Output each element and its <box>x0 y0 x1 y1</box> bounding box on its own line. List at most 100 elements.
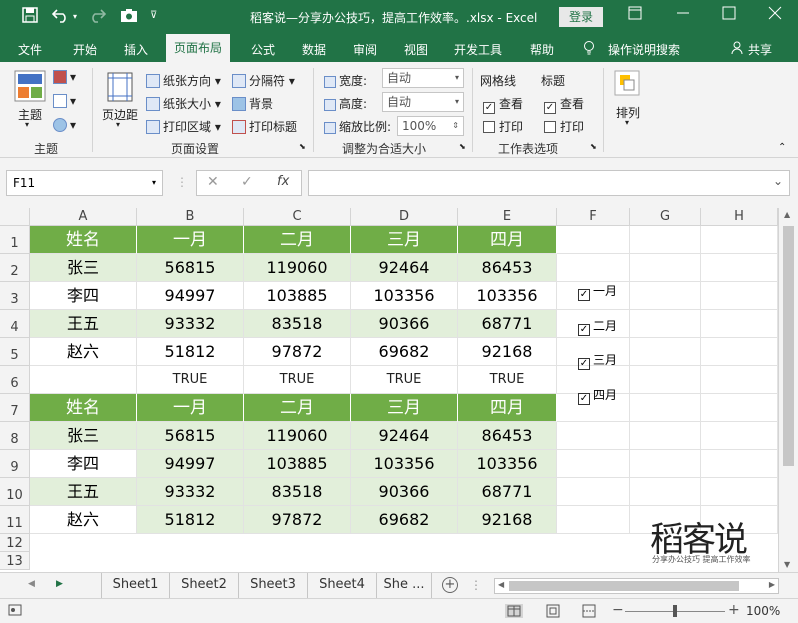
table-cell[interactable]: 92168 <box>458 506 557 534</box>
gridlines-view-checkbox[interactable]: ✓ 查看 <box>483 95 523 114</box>
sheet-tab[interactable]: Sheet3 <box>239 573 308 598</box>
table-cell[interactable]: 赵六 <box>30 338 137 366</box>
scroll-up-icon[interactable]: ▲ <box>784 210 790 219</box>
table-header-cell[interactable]: 二月 <box>244 226 351 254</box>
table-header-cell[interactable]: 四月 <box>458 394 557 422</box>
empty-cell[interactable] <box>557 422 630 450</box>
table-cell[interactable]: 83518 <box>244 310 351 338</box>
row-header[interactable]: 6 <box>0 366 30 394</box>
sheet-tab[interactable]: She ... <box>377 573 432 598</box>
table-cell[interactable]: 69682 <box>351 338 458 366</box>
insert-function-icon[interactable]: fx <box>277 174 289 189</box>
row-header[interactable]: 3 <box>0 282 30 310</box>
table-cell[interactable]: 68771 <box>458 478 557 506</box>
minimize-icon[interactable] <box>676 6 690 24</box>
row-header[interactable]: 5 <box>0 338 30 366</box>
boolean-cell[interactable]: TRUE <box>244 366 351 394</box>
table-cell[interactable]: 86453 <box>458 254 557 282</box>
zoom-out-icon[interactable]: − <box>612 602 624 618</box>
row-header[interactable]: 4 <box>0 310 30 338</box>
table-cell[interactable]: 张三 <box>30 254 137 282</box>
empty-cell[interactable] <box>557 254 630 282</box>
table-cell[interactable]: 赵六 <box>30 506 137 534</box>
tab-view[interactable]: 视图 <box>404 41 428 58</box>
empty-cell[interactable] <box>701 310 778 338</box>
table-cell[interactable]: 张三 <box>30 422 137 450</box>
column-header[interactable]: F <box>557 208 630 226</box>
scrollbar-thumb[interactable] <box>783 226 794 466</box>
select-all-corner[interactable] <box>0 208 30 226</box>
split-handle-icon[interactable]: ⋮ <box>470 578 482 592</box>
effects-icon[interactable]: ▾ <box>53 118 76 132</box>
checkbox-feb[interactable]: ✓ 二月 <box>578 317 617 336</box>
arrange-dropdown-icon[interactable]: ▾ <box>625 118 629 127</box>
size-button[interactable]: 纸张大小 ▾ <box>146 95 221 112</box>
macro-record-icon[interactable] <box>8 603 22 620</box>
tell-me-search[interactable]: 操作说明搜索 <box>608 41 680 58</box>
scroll-down-icon[interactable]: ▼ <box>784 560 790 569</box>
row-header[interactable]: 2 <box>0 254 30 282</box>
width-select[interactable]: 自动 ▾ <box>382 68 464 88</box>
table-cell[interactable]: 94997 <box>137 282 244 310</box>
empty-cell[interactable] <box>701 478 778 506</box>
table-header-cell[interactable]: 一月 <box>137 394 244 422</box>
horizontal-scrollbar[interactable]: ◀ ▶ <box>494 578 779 594</box>
table-cell[interactable]: 103885 <box>244 282 351 310</box>
empty-cell[interactable] <box>630 422 701 450</box>
empty-cell[interactable] <box>630 254 701 282</box>
share-button[interactable]: 共享 <box>748 41 772 58</box>
table-cell[interactable]: 103356 <box>351 450 458 478</box>
table-cell[interactable]: 97872 <box>244 338 351 366</box>
column-header[interactable]: E <box>458 208 557 226</box>
undo-dropdown-icon[interactable]: ▾ <box>73 12 77 21</box>
print-area-button[interactable]: 打印区域 ▾ <box>146 118 221 135</box>
headings-view-checkbox[interactable]: ✓ 查看 <box>544 95 584 114</box>
table-cell[interactable]: 103356 <box>458 450 557 478</box>
empty-cell[interactable] <box>630 282 701 310</box>
redo-icon[interactable] <box>88 7 107 27</box>
table-cell[interactable]: 103356 <box>458 282 557 310</box>
camera-icon[interactable] <box>120 7 138 27</box>
table-cell[interactable]: 92168 <box>458 338 557 366</box>
table-cell[interactable]: 李四 <box>30 282 137 310</box>
column-header[interactable]: G <box>630 208 701 226</box>
row-header[interactable]: 11 <box>0 506 30 534</box>
table-cell[interactable]: 王五 <box>30 478 137 506</box>
normal-view-icon[interactable] <box>505 604 523 618</box>
row-header[interactable]: 9 <box>0 450 30 478</box>
zoom-level[interactable]: 100% <box>746 604 780 618</box>
tab-page-layout[interactable]: 页面布局 <box>166 34 231 62</box>
table-cell[interactable]: 李四 <box>30 450 137 478</box>
boolean-cell[interactable]: TRUE <box>351 366 458 394</box>
undo-icon[interactable] <box>51 7 70 27</box>
table-header-cell[interactable]: 姓名 <box>30 226 137 254</box>
scale-launcher-icon[interactable]: ⬊ <box>459 142 466 151</box>
table-header-cell[interactable]: 四月 <box>458 226 557 254</box>
theme-icon[interactable] <box>14 70 46 105</box>
sheet-tab[interactable]: Sheet1 <box>101 573 170 598</box>
empty-cell[interactable] <box>701 394 778 422</box>
table-cell[interactable]: 92464 <box>351 422 458 450</box>
table-cell[interactable]: 68771 <box>458 310 557 338</box>
height-select[interactable]: 自动 ▾ <box>382 92 464 112</box>
table-cell[interactable]: 90366 <box>351 478 458 506</box>
column-header[interactable]: H <box>701 208 778 226</box>
table-header-cell[interactable]: 一月 <box>137 226 244 254</box>
column-header[interactable]: A <box>30 208 137 226</box>
expand-formula-icon[interactable]: ⌄ <box>773 174 783 188</box>
maximize-icon[interactable] <box>722 6 736 24</box>
sheet-options-launcher-icon[interactable]: ⬊ <box>590 142 597 151</box>
empty-cell[interactable] <box>557 506 630 534</box>
margins-icon[interactable] <box>106 72 134 105</box>
tab-file[interactable]: 文件 <box>18 41 42 58</box>
tab-developer[interactable]: 开发工具 <box>454 41 502 58</box>
h-scrollbar-thumb[interactable] <box>509 581 739 591</box>
checkbox-jan[interactable]: ✓ 一月 <box>578 282 617 301</box>
table-header-cell[interactable]: 二月 <box>244 394 351 422</box>
table-header-cell[interactable]: 三月 <box>351 394 458 422</box>
table-cell[interactable]: 86453 <box>458 422 557 450</box>
table-cell[interactable]: 69682 <box>351 506 458 534</box>
zoom-slider-handle[interactable] <box>673 605 677 617</box>
tab-formulas[interactable]: 公式 <box>251 41 275 58</box>
empty-cell[interactable] <box>30 366 137 394</box>
